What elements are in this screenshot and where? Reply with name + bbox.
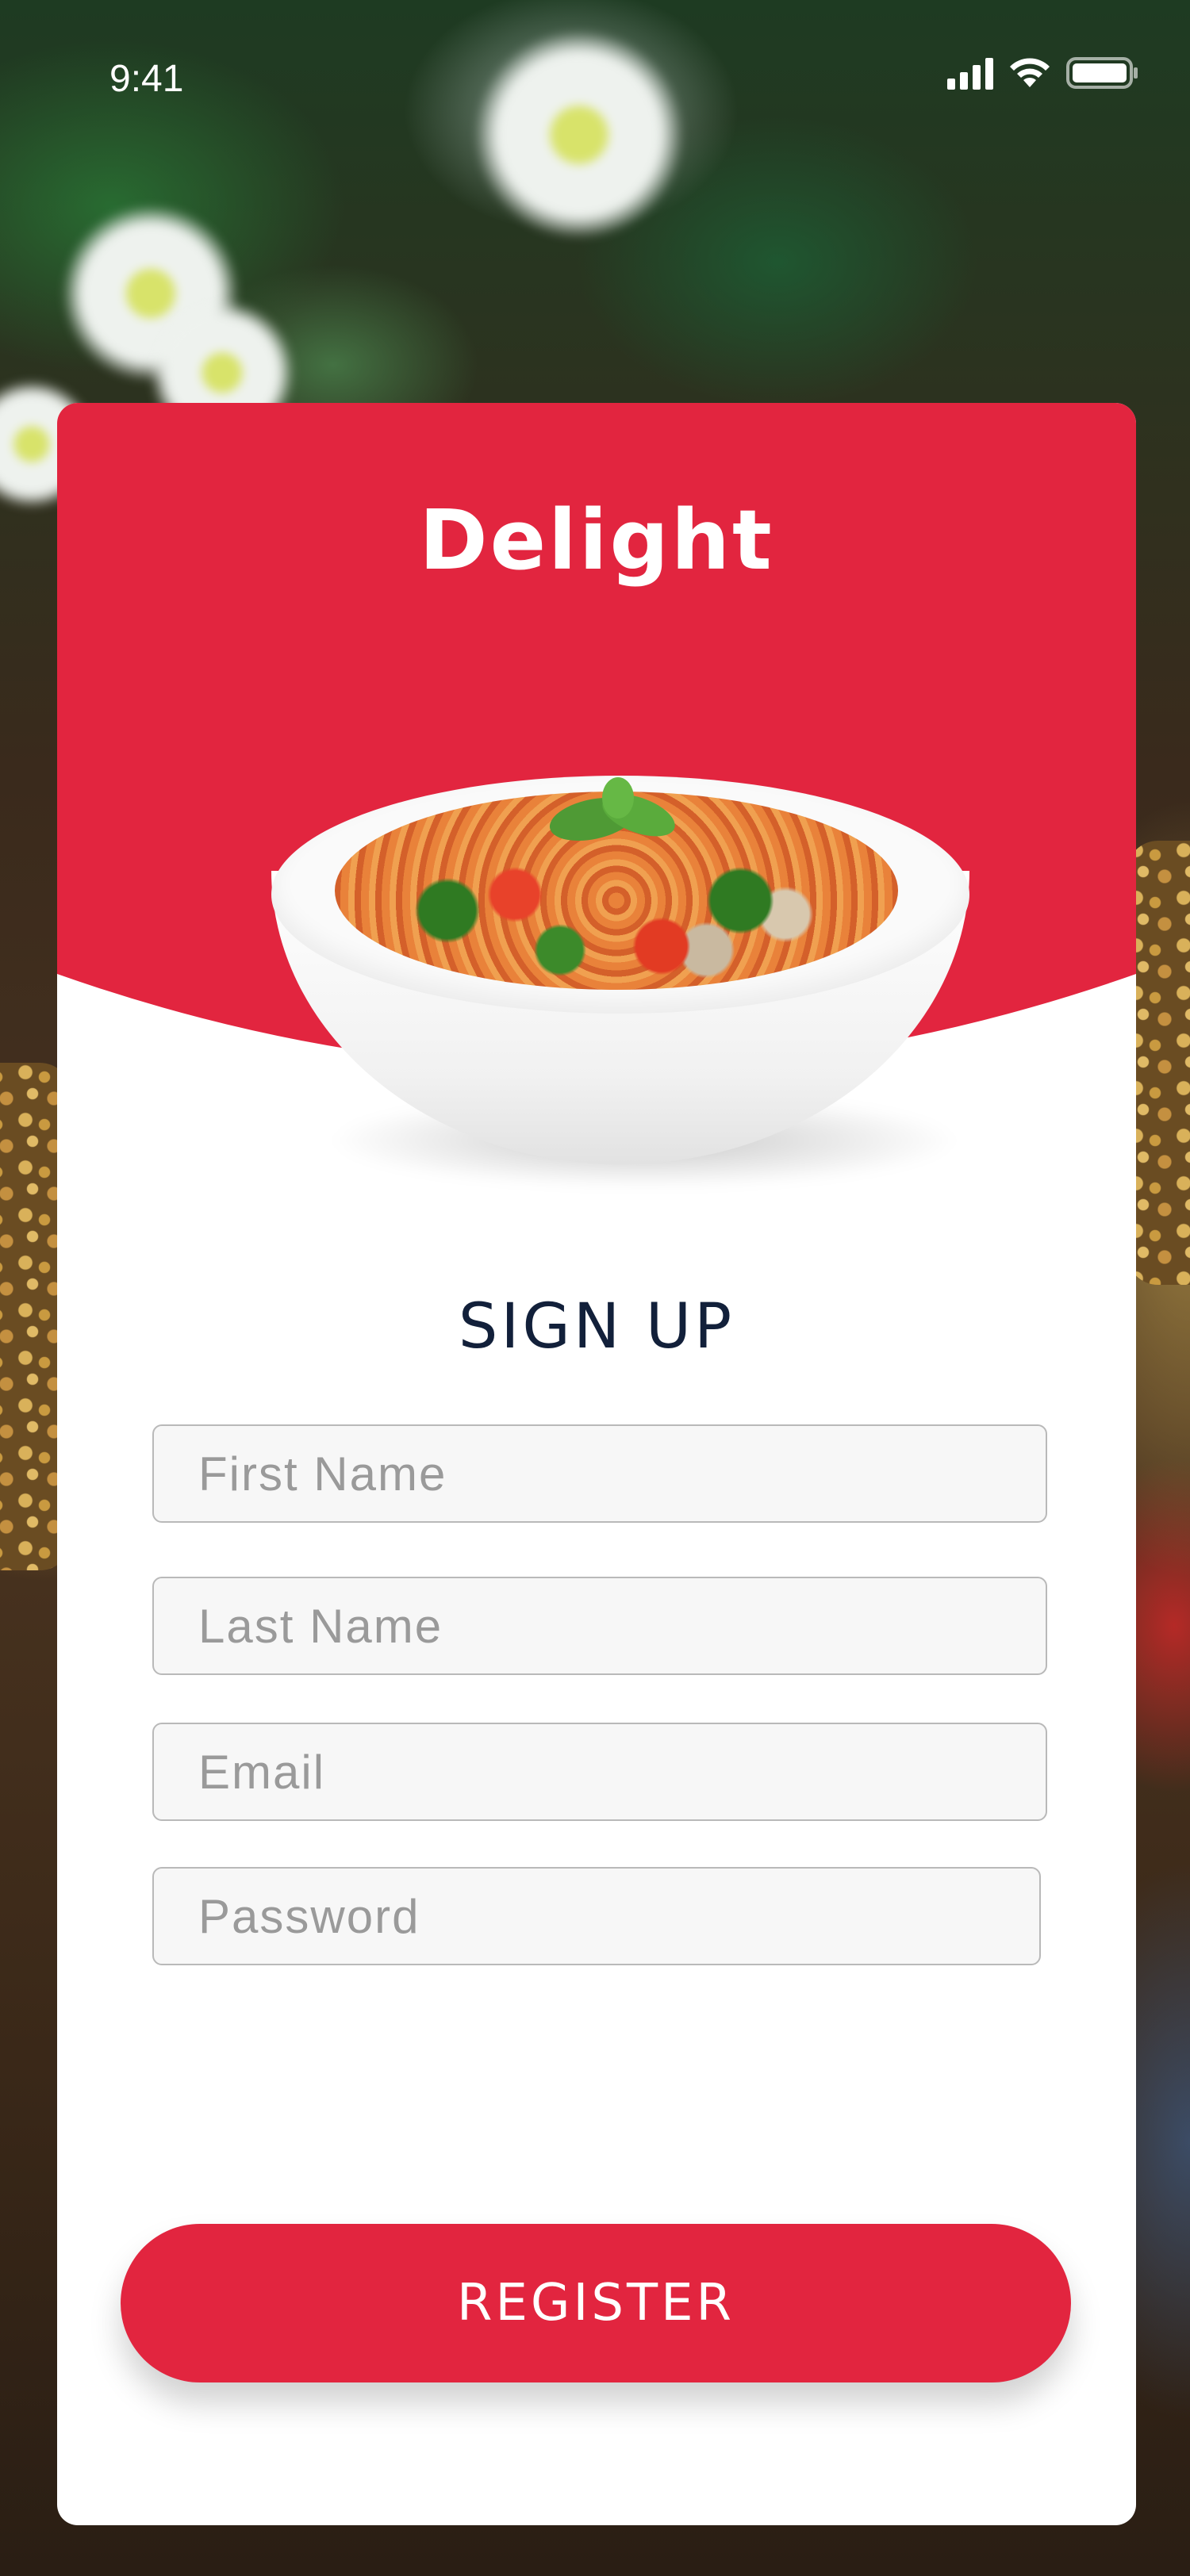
- brand-title: Delight: [419, 492, 774, 588]
- status-bar: 9:41: [0, 0, 1190, 159]
- register-button[interactable]: REGISTER: [121, 2224, 1071, 2382]
- first-name-field[interactable]: [152, 1424, 1047, 1523]
- password-field[interactable]: [152, 1867, 1041, 1965]
- last-name-field[interactable]: [152, 1577, 1047, 1675]
- wifi-icon: [1010, 58, 1050, 87]
- pasta-bowl-image: [216, 760, 1025, 1236]
- battery-icon: [1066, 57, 1138, 89]
- cellular-signal-icon: [947, 56, 993, 90]
- status-icons: [947, 56, 1139, 90]
- signup-title: SIGN UP: [458, 1291, 735, 1363]
- signup-card: Delight SIGN UP REGISTER: [57, 403, 1136, 2525]
- email-field[interactable]: [152, 1723, 1047, 1821]
- basil-leaf-icon: [549, 777, 675, 841]
- chickpea-bowl: [1127, 841, 1190, 1285]
- status-time: 9:41: [109, 58, 184, 100]
